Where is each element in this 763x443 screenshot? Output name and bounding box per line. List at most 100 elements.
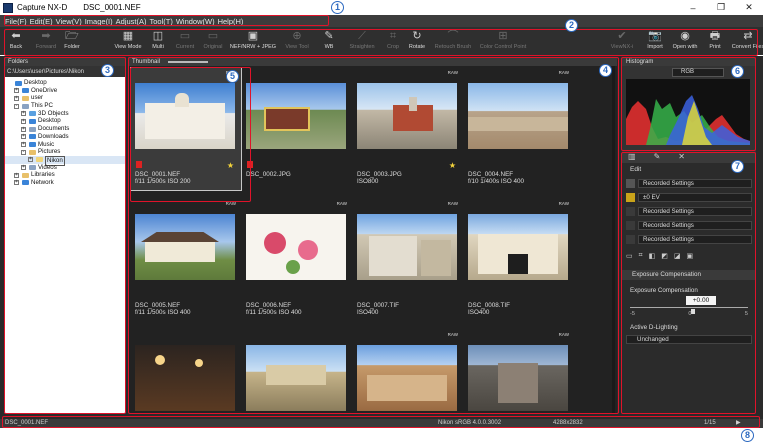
folder-icon [29,165,36,171]
exposure-value-input[interactable]: +0.00 [686,296,716,305]
folder-label: user [31,94,44,102]
thumbnail-image[interactable] [246,345,346,411]
folder-tree-item[interactable]: + Documents [4,125,126,133]
expand-toggle-icon[interactable]: + [14,172,19,178]
expand-toggle-icon[interactable]: - [21,149,26,155]
label-flag-icon [136,161,142,168]
expand-toggle-icon[interactable]: + [21,142,26,147]
folder-label: OneDrive [31,86,58,94]
setting-dropdown[interactable]: ±0 EV [638,192,752,202]
thumbnail-item[interactable]: RAW ★ DSC_0003.JPG ISO800 [352,57,462,185]
thumbnail-filename: DSC_0004.NEF [468,171,514,178]
quick-icon-3[interactable]: ◧ [649,252,656,261]
folder-tree-item[interactable]: + user [4,94,126,102]
thumbnail-filename: DSC_0005.NEF [135,302,181,309]
folder-tree-item[interactable]: + OneDrive [4,87,126,95]
folder-tree-item[interactable]: + Nikon [4,155,126,166]
folder-tree-item[interactable]: +3D Objects [4,110,126,118]
rating-star-icon[interactable]: ★ [227,161,234,170]
expand-toggle-icon[interactable]: + [21,111,26,117]
folder-tree-item[interactable]: + Network [4,179,126,187]
folder-label: Network [31,178,54,186]
thumbnail-item[interactable]: DSC_0002.JPG [241,57,351,179]
folder-tree-item[interactable]: + Videos [4,164,126,172]
exposure-section-header[interactable]: Exposure Compensation [622,270,756,280]
folder-label: This PC [31,102,54,110]
folder-icon [36,157,43,163]
folder-tree-item[interactable]: - Pictures [4,148,126,156]
thumbnail-image[interactable] [246,214,346,280]
expand-toggle-icon[interactable]: + [21,126,26,132]
folder-icon [22,172,29,178]
thumbnail-info: f/10 1/400s ISO 400 [468,178,525,185]
setting-dropdown[interactable]: Recorded Settings [638,220,752,230]
quick-icon-1[interactable]: ▭ [626,252,633,261]
thumbnail-image[interactable] [135,214,235,280]
thumbnail-item[interactable]: RAW DSC_0004.NEF f/10 1/400s ISO 400 [463,57,573,185]
thumbnail-scrollbar[interactable] [612,66,615,413]
raw-badge: RAW [558,201,569,206]
callout-5: 5 [226,70,239,83]
thumbnail-image[interactable] [357,83,457,149]
folder-tree-item[interactable]: + Desktop [4,117,126,125]
thumbnail-item[interactable]: RAW DSC_0006.NEF f/11 1/500s ISO 400 [241,188,351,316]
folder-icon [29,118,36,124]
thumbnail-item[interactable]: RAW DSC_0007.TIF ISO400 [352,188,462,316]
folder-tree-item[interactable]: + Libraries [4,171,126,179]
thumbnail-item[interactable]: RAW DSC_0005.NEF f/11 1/500s ISO 400 [130,188,240,316]
thumbnail-image[interactable] [246,83,346,149]
status-next-arrow-icon[interactable]: ▶ [736,419,741,428]
thumbnail-image[interactable] [468,345,568,411]
folder-icon [29,111,36,117]
folder-label: Documents [38,125,70,133]
setting-dropdown[interactable]: Recorded Settings [638,206,752,216]
minimize-button[interactable]: – [679,0,707,15]
folder-icon [22,88,29,94]
restore-button[interactable]: ❐ [707,0,735,15]
title-bar: Capture NX-D DSC_0001.NEF – ❐ ✕ [0,0,763,15]
expand-toggle-icon[interactable]: + [14,88,19,94]
quick-icon-4[interactable]: ◩ [661,252,668,261]
setting-dropdown[interactable]: Recorded Settings [638,178,752,188]
expand-toggle-icon[interactable]: + [21,165,26,171]
thumbnail-image[interactable] [468,83,568,149]
thumbnail-image[interactable] [135,83,235,149]
thumbnail-item[interactable]: RAW DSC_0008.TIF ISO400 [463,188,573,316]
thumbnail-image[interactable] [468,214,568,280]
exposure-scale: -5 0 5 [630,311,748,317]
histogram-channel-select[interactable]: RGB [672,68,724,77]
close-button[interactable]: ✕ [735,0,763,15]
folder-tree-item[interactable]: Desktop [4,79,126,87]
expand-toggle-icon[interactable]: + [14,95,19,101]
tab-info-icon[interactable]: ▥ [628,152,636,163]
folder-icon [29,149,36,155]
exposure-slider[interactable] [630,307,748,308]
folder-label: Libraries [31,171,55,179]
tab-tools-icon[interactable]: ✕ [678,152,685,163]
rating-star-icon[interactable]: ★ [449,161,456,170]
folder-label: Desktop [38,117,61,125]
setting-icon [626,220,635,230]
tab-edit-icon[interactable]: ✎ [654,152,661,163]
callout-2: 2 [565,19,578,32]
expand-toggle-icon[interactable]: + [21,134,26,140]
setting-dropdown[interactable]: Recorded Settings [638,234,752,244]
folder-tree-item[interactable]: - This PC [4,102,126,110]
thumbnail-item[interactable]: RAW★DSC_0001.NEFf/11 1/500s ISO 200 [130,57,242,191]
thumbnail-image[interactable] [357,345,457,411]
quick-icon-6[interactable]: ▣ [686,252,693,261]
folder-tree-item[interactable]: + Music [4,141,126,149]
histogram-title: Histogram [626,58,654,65]
expand-toggle-icon[interactable]: + [28,157,33,163]
scale-min: -5 [630,311,635,317]
thumbnail-image[interactable] [135,345,235,411]
expand-toggle-icon[interactable]: + [21,118,26,124]
thumbnail-image[interactable] [357,214,457,280]
folder-tree-item[interactable]: + Downloads [4,133,126,141]
quick-icon-2[interactable]: ⌗ [639,252,643,261]
quick-icon-5[interactable]: ◪ [674,252,681,261]
expand-toggle-icon[interactable]: + [14,180,19,186]
adl-select[interactable]: Unchanged [626,335,752,344]
expand-toggle-icon[interactable]: - [14,103,19,109]
setting-icon [626,192,635,202]
